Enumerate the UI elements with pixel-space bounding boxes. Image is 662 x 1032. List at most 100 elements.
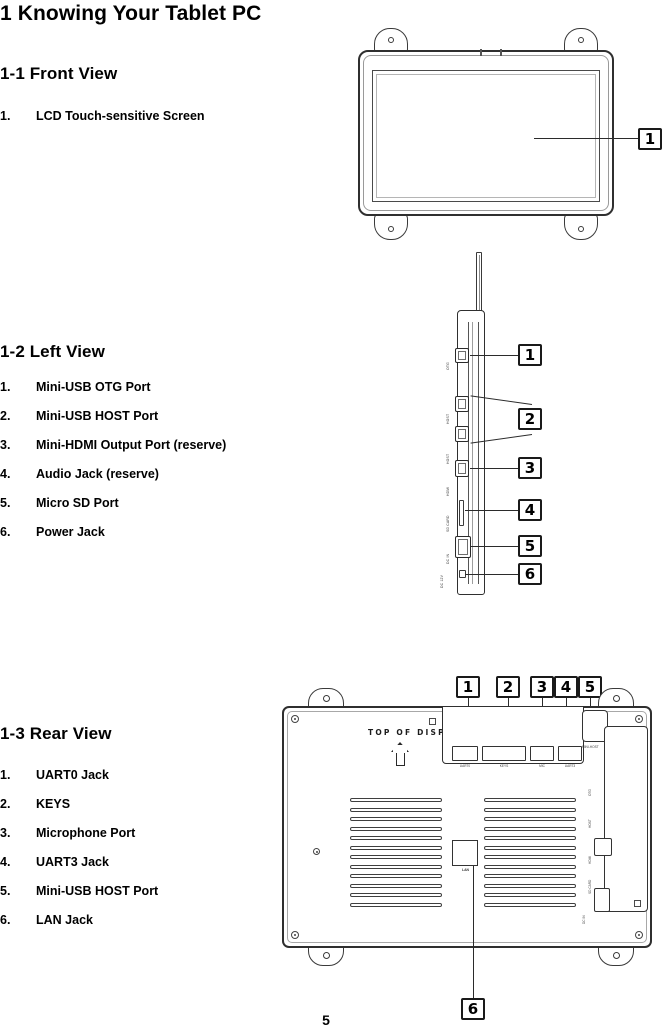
list-item-label: Mini-USB HOST Port — [36, 409, 159, 423]
pinhole-icon — [313, 848, 320, 855]
vent-slot — [350, 893, 442, 897]
list-item-number: 6. — [0, 913, 11, 927]
connector-label-mic: MIC — [539, 764, 545, 768]
up-arrow-head-fill — [393, 745, 407, 753]
list-item-number: 3. — [0, 826, 11, 840]
callout-2: 2 — [496, 676, 520, 698]
lcd-touch-screen — [372, 70, 600, 202]
mount-hole-icon — [388, 226, 394, 232]
vent-slot — [484, 902, 576, 907]
port-inner — [458, 463, 466, 474]
list-item-label: LCD Touch-sensitive Screen — [36, 109, 205, 123]
uart3-jack — [558, 746, 582, 761]
mount-hole-icon — [388, 37, 394, 43]
vent-group-left — [350, 798, 442, 912]
list-item-number: 5. — [0, 884, 11, 898]
port-label-host-2: HOST — [446, 453, 450, 464]
micro-sd-port — [455, 536, 471, 558]
list-item-number: 3. — [0, 438, 11, 452]
list-item-label: Mini-USB OTG Port — [36, 380, 151, 394]
mount-hole-icon — [322, 695, 330, 702]
list-item-number: 1. — [0, 768, 11, 782]
vent-slot — [350, 902, 442, 907]
microphone-port — [530, 746, 554, 761]
vent-slot — [484, 864, 576, 869]
vent-slot — [484, 826, 576, 831]
vent-slot — [350, 836, 442, 840]
vent-slot — [350, 798, 442, 802]
marker-square-icon — [429, 718, 436, 725]
list-item: 6. Power Jack — [0, 518, 226, 547]
leader-line — [473, 866, 474, 1000]
front-notch-icon — [500, 49, 502, 56]
connector-label-uart3: UART3 — [564, 764, 576, 768]
mounting-tab-icon — [564, 212, 598, 240]
mini-usb-otg-port — [455, 348, 469, 363]
list-item-label: Mini-HDMI Output Port (reserve) — [36, 438, 227, 452]
vent-slot — [350, 874, 442, 878]
vent-slot — [350, 883, 442, 888]
list-item-label: Microphone Port — [36, 826, 136, 840]
callout-3: 3 — [530, 676, 554, 698]
vent-slot — [484, 845, 576, 850]
front-notch-icon — [480, 49, 482, 56]
port-label-sdcard: SD CARD — [446, 515, 450, 532]
list-item: 2. Mini-USB HOST Port — [0, 402, 226, 431]
list-item-label: Mini-USB HOST Port — [36, 884, 159, 898]
list-item-label: UART0 Jack — [36, 768, 109, 782]
left-view-list: 1. Mini-USB OTG Port 2. Mini-USB HOST Port… — [0, 373, 226, 547]
list-item: 3. Microphone Port — [0, 819, 158, 848]
list-item-number: 4. — [0, 855, 11, 869]
list-item-number: 1. — [0, 109, 11, 123]
port-label-dc12v: DC 12V — [440, 574, 444, 588]
list-item-number: 4. — [0, 467, 11, 481]
callout-5: 5 — [518, 535, 542, 557]
uart0-jack — [452, 746, 478, 761]
rear-view-figure: 1 2 3 4 5 TOP OF DISPLAY UART0 KEYS MIC … — [282, 676, 660, 1020]
list-item-number: 5. — [0, 496, 11, 510]
vent-slot — [350, 845, 442, 850]
list-item: 4. Audio Jack (reserve) — [0, 460, 226, 489]
vent-slot — [484, 798, 576, 802]
vent-slot — [484, 855, 576, 859]
list-item: 4. UART3 Jack — [0, 848, 158, 877]
vent-slot — [350, 817, 442, 821]
front-view-figure: 1 — [352, 28, 662, 240]
edge-port-lower — [594, 888, 610, 912]
edge-port-upper — [594, 838, 612, 856]
page-footer: 5 — [0, 1012, 662, 1028]
callout-1: 1 — [456, 676, 480, 698]
callout-2: 2 — [518, 408, 542, 430]
edge-label-host: HOST — [588, 819, 592, 828]
callout-6: 6 — [518, 563, 542, 585]
list-item: 6. LAN Jack — [0, 906, 158, 935]
connector-label-uart0: UART0 — [459, 764, 471, 768]
manual-page: 1 Knowing Your Tablet PC 1-1 Front View … — [0, 0, 662, 1032]
vent-slot — [350, 807, 442, 812]
edge-label-dcin: DC IN — [582, 915, 586, 924]
port-inner — [458, 429, 466, 439]
lan-jack — [452, 840, 478, 866]
vent-slot — [484, 836, 576, 840]
antenna-icon — [476, 252, 482, 314]
list-item-label: Audio Jack (reserve) — [36, 467, 159, 481]
list-item-number: 1. — [0, 380, 11, 394]
callout-1: 1 — [638, 128, 662, 150]
edge-label-hdmi: HDMI — [588, 855, 592, 864]
section-heading-left-view: 1-2 Left View — [0, 342, 105, 361]
vent-slot — [484, 817, 576, 821]
port-inner — [458, 351, 466, 360]
port-inner — [458, 399, 466, 409]
list-item-label: UART3 Jack — [36, 855, 109, 869]
list-item-label: Power Jack — [36, 525, 105, 539]
list-item-number: 2. — [0, 409, 11, 423]
vent-slot — [350, 864, 442, 869]
section-heading-front-view: 1-1 Front View — [0, 64, 118, 83]
page-number: 5 — [322, 1012, 330, 1028]
edge-label-otg: OTG — [588, 789, 592, 796]
screw-icon — [291, 931, 299, 939]
port-label-host: HOST — [446, 413, 450, 424]
list-item-number: 2. — [0, 797, 11, 811]
vent-slot — [484, 893, 576, 897]
port-label-hdmi: HDMI — [446, 486, 450, 496]
